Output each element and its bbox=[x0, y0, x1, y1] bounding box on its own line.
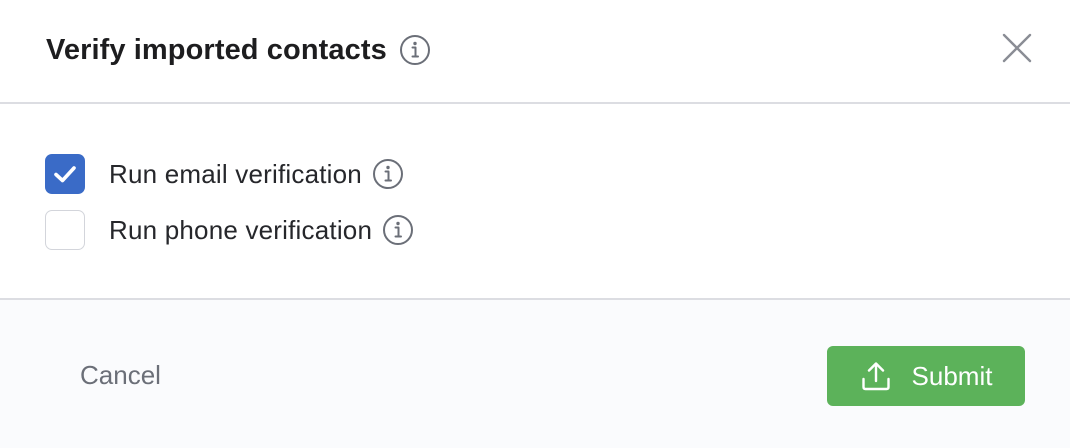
close-button[interactable] bbox=[1000, 33, 1034, 67]
option-phone-verification: Run phone verification bbox=[45, 210, 414, 250]
submit-label: Submit bbox=[911, 360, 993, 391]
submit-button[interactable]: Submit bbox=[827, 346, 1025, 406]
verify-contacts-dialog: Verify imported contacts Run email verif… bbox=[0, 0, 1070, 448]
option-label: Run phone verification bbox=[109, 214, 373, 245]
dialog-body: Run email verification Run phone verific… bbox=[0, 104, 1070, 298]
cancel-button[interactable]: Cancel bbox=[80, 360, 161, 391]
email-verification-checkbox[interactable] bbox=[45, 154, 85, 194]
dialog-header: Verify imported contacts bbox=[0, 0, 1070, 104]
info-icon[interactable] bbox=[399, 34, 431, 66]
dialog-title: Verify imported contacts bbox=[46, 33, 387, 66]
option-label: Run email verification bbox=[109, 158, 362, 189]
phone-verification-checkbox[interactable] bbox=[45, 210, 85, 250]
upload-icon bbox=[860, 360, 892, 392]
info-icon[interactable] bbox=[382, 214, 414, 246]
option-email-verification: Run email verification bbox=[45, 154, 404, 194]
checkmark-icon bbox=[54, 166, 76, 183]
close-icon bbox=[1002, 33, 1032, 68]
dialog-footer: Cancel Submit bbox=[0, 298, 1070, 448]
info-icon[interactable] bbox=[372, 158, 404, 190]
title-wrap: Verify imported contacts bbox=[46, 30, 431, 70]
